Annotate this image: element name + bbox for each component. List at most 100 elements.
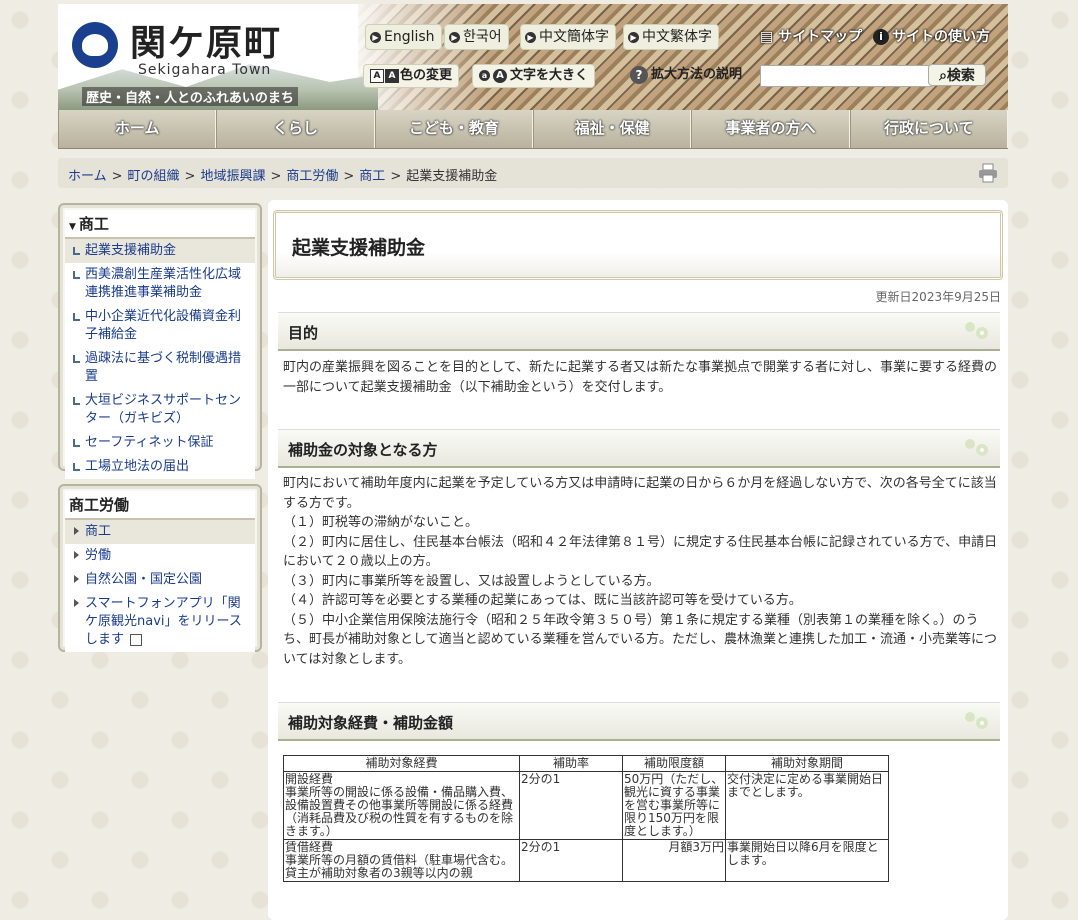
sidebar-item-tax-incentives[interactable]: 過疎法に基づく税制優遇措置 [65,347,255,389]
lang-korean-link[interactable]: ▶ 한국어 [444,24,509,50]
sitemap-icon: ▤ [760,29,774,45]
table-row: 賃借経費 事業所等の月額の賃借料（駐車場代含む。貸主が補助対象者の3親等以内の親… [283,839,889,882]
sidebar-item-commerce[interactable]: 商工 [65,520,255,544]
gnav-administration[interactable]: 行政について [849,110,1008,148]
sidebar-item-smartphone-app[interactable]: スマートフォンアプリ「関ケ原観光navi」をリリースします [65,592,255,652]
color-a-icon: A [370,68,384,83]
text-size-button[interactable]: a A 文字を大きく [472,64,596,88]
color-a-dark-icon: A [385,68,399,83]
sidebar-commerce: ▼ 商工 起業支援補助金 西美濃創生産業活性化広域連携推進事業補助金 中小企業近代… [58,203,262,479]
table-header-cell: 補助限度額 [622,755,726,772]
play-icon: ▶ [370,31,381,43]
lang-chinese-traditional-link[interactable]: ▶ 中文繁体字 [623,24,719,50]
table-cell: 月額3万円 [622,839,726,882]
section-eligibility-title: 補助金の対象となる方 [288,441,438,459]
flower-icon [965,439,988,456]
table-cell: 交付決定に定める事業開始日までとします。 [725,771,889,840]
external-link-icon [130,633,143,646]
breadcrumb-separator: > [184,169,196,184]
updated-date: 更新日2023年9月25日 [875,290,1001,304]
arrow-right-icon [74,575,79,583]
purpose-text: 町内の産業振興を図ることを目的として、新たに起業する者又は新たな事業拠点で開業す… [283,360,997,395]
sidebar-item-startup-subsidy[interactable]: 起業支援補助金 [65,239,255,263]
large-a-icon: A [493,68,507,83]
breadcrumb-separator: > [343,169,355,184]
breadcrumb-regional-promotion[interactable]: 地域振興課 [200,169,265,184]
play-icon: ▶ [525,31,536,43]
page-title-box: 起業支援補助金 [273,210,1003,280]
table-header-row: 補助対象経費 補助率 補助限度額 補助対象期間 [283,755,889,772]
search-input[interactable] [760,65,932,87]
eligibility-item: （２）町内に居住し、住民基本台帳法（昭和４２年法律第８１号）に規定する住民基本台… [283,534,998,570]
zoom-help-link[interactable]: ? 拡大方法の説明 [624,64,748,86]
breadcrumb-home[interactable]: ホーム [68,169,107,184]
eligibility-intro: 町内において補助年度内に起業を予定している方又は申請時に起業の日から６か月を経過… [283,476,997,511]
table-cell: 事業開始日以降6月を限度とします。 [725,839,889,882]
sidebar-item-nishimino[interactable]: 西美濃創生産業活性化広域連携推進事業補助金 [65,263,255,305]
sidebar-item-nature-parks[interactable]: 自然公園・国定公園 [65,568,255,592]
table-header-cell: 補助対象経費 [283,755,520,772]
section-purpose-title: 目的 [288,324,319,342]
site-usage-link[interactable]: i サイトの使い方 [873,26,990,46]
expense-description: 事業所等の月額の賃借料（駐車場代含む。貸主が補助対象者の3親等以内の親 [285,853,514,880]
gnav-living[interactable]: くらし [216,110,375,148]
breadcrumb-separator: > [270,169,282,184]
global-nav: ホーム くらし こども・教育 福祉・保健 事業者の方へ 行政について [58,110,1008,149]
subsidy-table: 補助対象経費 補助率 補助限度額 補助対象期間 開設経費 事業所等の開設に係る設… [283,755,889,882]
site-logo-subtitle: Sekigahara Town [138,62,272,78]
table-row: 開設経費 事業所等の開設に係る設備・備品購入費、設備設置費その他事業所等開設に係… [283,771,889,840]
section-purpose-heading: 目的 [278,312,1000,351]
gnav-children-education[interactable]: こども・教育 [374,110,533,148]
breadcrumb-organization[interactable]: 町の組織 [128,169,180,184]
table-cell: 賃借経費 事業所等の月額の賃借料（駐車場代含む。貸主が補助対象者の3親等以内の親 [283,839,520,882]
arrow-right-icon [74,551,79,559]
expense-description: 事業所等の開設に係る設備・備品購入費、設備設置費その他事業所等開設に係る経費（消… [285,785,514,838]
eligibility-item: （４）許認可等を必要とする業種の起業にあっては、既に当該許認可等を受けている方。 [283,593,802,608]
tree-branch-icon [73,463,80,471]
info-icon: i [873,29,889,45]
eligibility-item: （５）中小企業信用保険法施行令（昭和２５年政令第３５０号）第１条に規定する業種（… [283,612,997,667]
sidebar-commerce-labor-title[interactable]: 商工労働 [65,491,255,520]
sidebar-item-factory-location[interactable]: 工場立地法の届出 [65,455,255,479]
section-eligibility-heading: 補助金の対象となる方 [278,429,1000,468]
table-header-cell: 補助率 [519,755,623,772]
arrow-right-icon [74,527,79,535]
table-cell: 2分の1 [519,839,623,882]
play-icon: ▶ [449,31,460,43]
color-change-button[interactable]: A A 色の変更 [363,64,460,88]
sidebar-commerce-title[interactable]: ▼ 商工 [65,210,255,239]
site-logo-title[interactable]: 関ケ原町 [130,14,282,66]
section-expenses-title: 補助対象経費・補助金額 [288,714,454,732]
header-illustration [358,4,1008,110]
gnav-business[interactable]: 事業者の方へ [691,110,850,148]
tree-branch-icon [73,355,80,363]
table-cell: 開設経費 事業所等の開設に係る設備・備品購入費、設備設置費その他事業所等開設に係… [283,771,520,840]
gnav-welfare-health[interactable]: 福祉・保健 [532,110,692,148]
site-header: 関ケ原町 Sekigahara Town 歴史・自然・人とのふれあいのまち ▶ E… [58,4,1008,110]
sidebar-item-labor[interactable]: 労働 [65,544,255,568]
breadcrumb-commerce-labor[interactable]: 商工労働 [286,169,338,184]
page-title: 起業支援補助金 [292,237,426,259]
tree-branch-icon [73,397,80,405]
table-cell: 50万円（ただし、観光に資する事業を営む事業所等に限り150万円を限度とします。… [622,771,726,840]
eligibility-item: （１）町税等の滞納がないこと。 [283,515,479,530]
caret-down-icon: ▼ [69,222,76,232]
lang-english-link[interactable]: ▶ English [365,24,442,50]
lang-chinese-simplified-link[interactable]: ▶ 中文簡体字 [520,24,616,50]
sidebar-item-interest-subsidy[interactable]: 中小企業近代化設備資金利子補給金 [65,305,255,347]
play-icon: ▶ [628,31,639,43]
search-icon: ⌕ [939,68,947,84]
sidebar-item-gakibiz[interactable]: 大垣ビジネスサポートセンター（ガキビズ） [65,389,255,431]
gnav-home[interactable]: ホーム [58,110,217,148]
question-icon: ? [630,65,648,84]
town-emblem-icon[interactable] [72,22,118,68]
sitemap-link[interactable]: ▤ サイトマップ [760,26,862,46]
tree-branch-icon [73,247,80,255]
print-icon[interactable] [978,163,998,183]
sidebar-item-safety-net[interactable]: セーフティネット保証 [65,431,255,455]
search-button[interactable]: ⌕検索 [928,64,986,86]
breadcrumb-commerce[interactable]: 商工 [359,169,385,184]
eligibility-text: 町内において補助年度内に起業を予定している方又は申請時に起業の日から６か月を経過… [283,474,1003,669]
breadcrumb-separator: > [390,169,402,184]
table-header-cell: 補助対象期間 [725,755,889,772]
